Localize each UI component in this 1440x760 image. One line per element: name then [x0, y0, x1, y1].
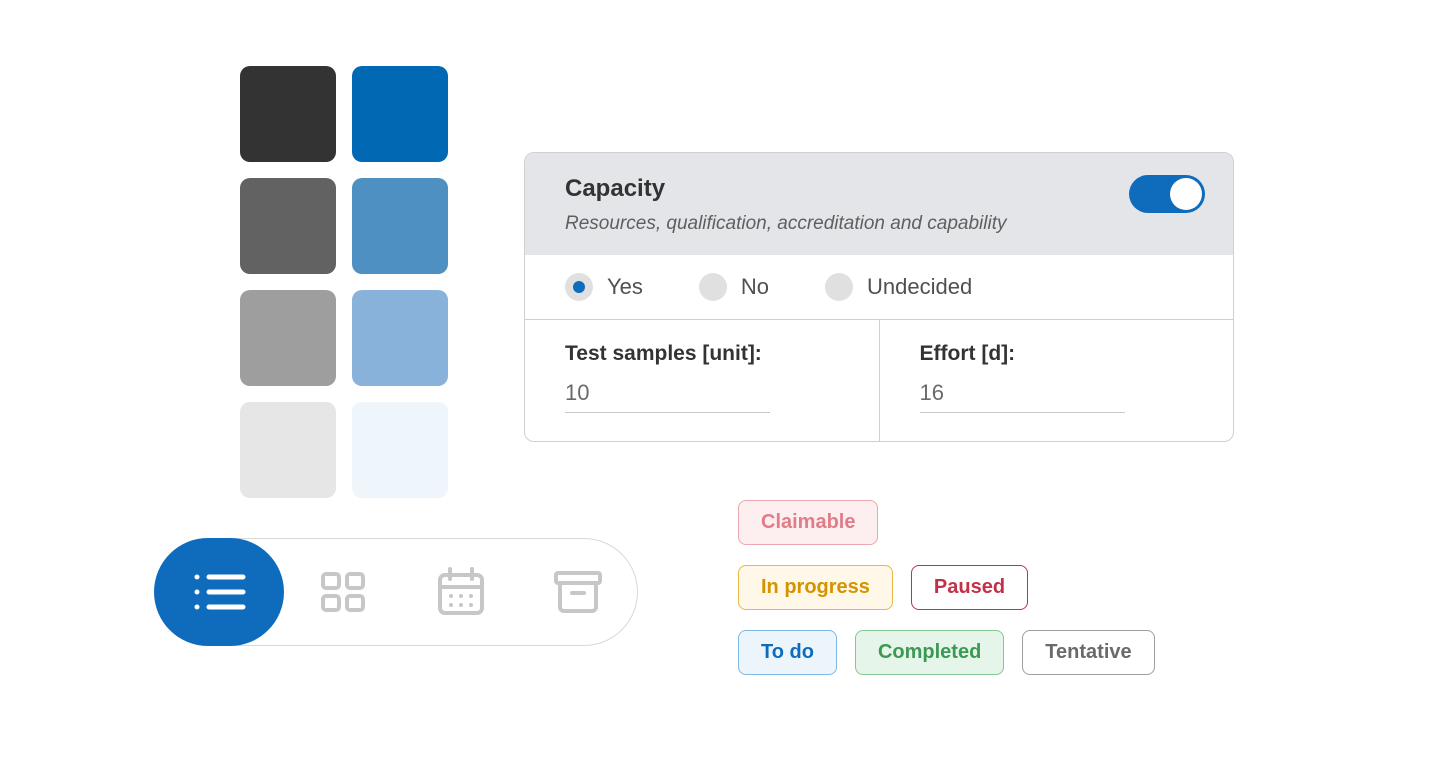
capacity-subtitle: Resources, qualification, accreditation …	[565, 213, 1006, 235]
switcher-list[interactable]	[154, 538, 284, 646]
radio-circle-icon	[565, 273, 593, 301]
radio-undecided[interactable]: Undecided	[825, 273, 972, 301]
capacity-radio-group: Yes No Undecided	[525, 255, 1233, 320]
radio-yes-label: Yes	[607, 274, 643, 300]
chip-in-progress[interactable]: In progress	[738, 565, 893, 610]
swatch-gray-pale	[240, 402, 336, 498]
view-switcher	[154, 538, 638, 646]
radio-circle-icon	[825, 273, 853, 301]
switcher-calendar[interactable]	[402, 539, 520, 645]
radio-no[interactable]: No	[699, 273, 769, 301]
field-effort: Effort [d]: 16	[879, 320, 1234, 441]
field-test-samples-label: Test samples [unit]:	[565, 342, 839, 366]
swatch-dark	[240, 66, 336, 162]
capacity-title: Capacity	[565, 175, 1006, 203]
capacity-card-header: Capacity Resources, qualification, accre…	[525, 153, 1233, 255]
radio-undecided-label: Undecided	[867, 274, 972, 300]
chip-completed[interactable]: Completed	[855, 630, 1004, 675]
toggle-knob	[1170, 178, 1202, 210]
switcher-archive[interactable]	[519, 539, 637, 645]
color-palette	[240, 66, 448, 498]
capacity-fields: Test samples [unit]: 10 Effort [d]: 16	[525, 320, 1233, 441]
chip-to-do[interactable]: To do	[738, 630, 837, 675]
chip-tentative[interactable]: Tentative	[1022, 630, 1154, 675]
list-icon	[191, 570, 247, 614]
switcher-grid[interactable]	[284, 539, 402, 645]
swatch-primary	[352, 66, 448, 162]
field-effort-value[interactable]: 16	[920, 380, 1125, 413]
radio-no-label: No	[741, 274, 769, 300]
capacity-toggle[interactable]	[1129, 175, 1205, 213]
archive-icon	[551, 565, 605, 619]
chip-paused[interactable]: Paused	[911, 565, 1028, 610]
field-effort-label: Effort [d]:	[920, 342, 1194, 366]
swatch-blue-pale	[352, 402, 448, 498]
calendar-icon	[434, 565, 488, 619]
status-chip-group: Claimable In progress Paused To do Compl…	[738, 500, 1155, 675]
swatch-blue-light	[352, 290, 448, 386]
grid-icon	[319, 568, 367, 616]
chip-claimable[interactable]: Claimable	[738, 500, 878, 545]
field-test-samples-value[interactable]: 10	[565, 380, 770, 413]
field-test-samples: Test samples [unit]: 10	[525, 320, 879, 441]
swatch-gray	[240, 178, 336, 274]
swatch-blue-mid	[352, 178, 448, 274]
radio-circle-icon	[699, 273, 727, 301]
capacity-card: Capacity Resources, qualification, accre…	[524, 152, 1234, 442]
swatch-gray-light	[240, 290, 336, 386]
radio-yes[interactable]: Yes	[565, 273, 643, 301]
